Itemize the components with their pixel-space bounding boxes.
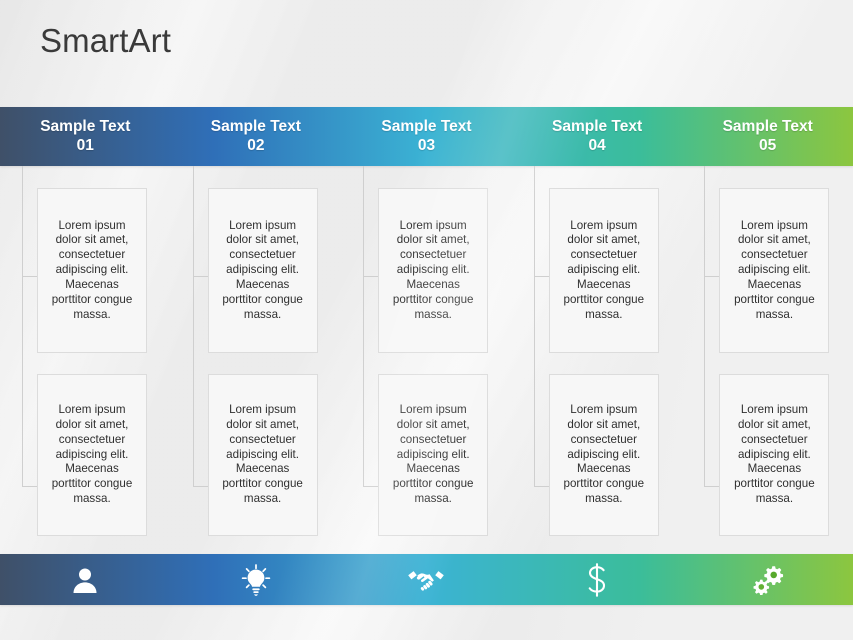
header-cell-02[interactable]: Sample Text 02	[171, 107, 342, 166]
icon-bar	[0, 554, 853, 605]
text-box[interactable]: Lorem ipsum dolor sit amet, consectetuer…	[378, 374, 489, 536]
smartart-slide: SmartArt Sample Text 01 Sample Text 02 Sampl…	[0, 0, 853, 640]
connector-line-horizontal	[533, 486, 550, 487]
text-box[interactable]: Lorem ipsum dolor sit amet, consectetuer…	[207, 188, 318, 353]
connector-line-vertical	[192, 166, 194, 486]
connector-line-horizontal	[533, 276, 550, 277]
connector-line-horizontal	[22, 486, 38, 487]
header-number: 02	[247, 136, 265, 154]
text-box[interactable]: Lorem ipsum dolor sit amet, consectetuer…	[37, 374, 147, 536]
gears-icon[interactable]	[682, 554, 853, 605]
header-number: 05	[759, 136, 777, 154]
handshake-icon[interactable]	[341, 554, 512, 605]
lightbulb-icon[interactable]	[171, 554, 342, 605]
column-01: Lorem ipsum dolor sit amet, consectetuer…	[0, 166, 171, 554]
text-box-content: Lorem ipsum dolor sit amet, consectetuer…	[222, 218, 303, 321]
text-box-content: Lorem ipsum dolor sit amet, consectetuer…	[51, 403, 133, 506]
header-cell-03[interactable]: Sample Text 03	[341, 107, 512, 166]
connector-line-horizontal	[192, 486, 209, 487]
text-box-content: Lorem ipsum dolor sit amet, consectetuer…	[392, 403, 474, 506]
text-box-content: Lorem ipsum dolor sit amet, consectetuer…	[392, 218, 474, 321]
text-box-content: Lorem ipsum dolor sit amet, consectetuer…	[563, 218, 645, 321]
text-box[interactable]: Lorem ipsum dolor sit amet, consectetuer…	[719, 188, 830, 353]
header-label: Sample Text	[40, 117, 131, 135]
text-box[interactable]: Lorem ipsum dolor sit amet, consectetuer…	[548, 188, 659, 353]
connector-line-vertical	[704, 166, 706, 486]
connector-line-horizontal	[704, 486, 721, 487]
page-title: SmartArt	[40, 22, 171, 59]
header-label: Sample Text	[381, 117, 472, 135]
text-box[interactable]: Lorem ipsum dolor sit amet, consectetuer…	[207, 374, 318, 536]
column-02: Lorem ipsum dolor sit amet, consectetuer…	[171, 166, 342, 554]
header-label: Sample Text	[722, 117, 813, 135]
text-box-content: Lorem ipsum dolor sit amet, consectetuer…	[563, 403, 645, 506]
columns-container: Lorem ipsum dolor sit amet, consectetuer…	[0, 166, 853, 554]
person-icon[interactable]	[0, 554, 171, 605]
connector-line-horizontal	[363, 276, 380, 277]
column-03: Lorem ipsum dolor sit amet, consectetuer…	[341, 166, 512, 554]
text-box-content: Lorem ipsum dolor sit amet, consectetuer…	[222, 403, 303, 506]
header-label: Sample Text	[551, 117, 643, 135]
header-label: Sample Text	[210, 117, 301, 135]
connector-line-horizontal	[363, 486, 380, 487]
column-04: Lorem ipsum dolor sit amet, consectetuer…	[512, 166, 683, 554]
text-box[interactable]: Lorem ipsum dolor sit amet, consectetuer…	[548, 374, 659, 536]
header-number: 04	[588, 136, 606, 154]
text-box[interactable]: Lorem ipsum dolor sit amet, consectetuer…	[378, 188, 489, 353]
text-box-content: Lorem ipsum dolor sit amet, consectetuer…	[734, 403, 815, 506]
connector-line-vertical	[533, 166, 535, 486]
header-bar: Sample Text 01 Sample Text 02 Sample Text 03 S…	[0, 107, 853, 166]
connector-line-horizontal	[704, 276, 721, 277]
connector-line-horizontal	[192, 276, 209, 277]
dollar-icon[interactable]	[512, 554, 683, 605]
text-box[interactable]: Lorem ipsum dolor sit amet, consectetuer…	[37, 188, 147, 353]
header-cell-01[interactable]: Sample Text 01	[0, 107, 171, 166]
header-number: 03	[417, 136, 436, 154]
text-box[interactable]: Lorem ipsum dolor sit amet, consectetuer…	[719, 374, 830, 536]
header-cell-05[interactable]: Sample Text 05	[682, 107, 853, 166]
connector-line-vertical	[363, 166, 365, 486]
header-number: 01	[76, 136, 94, 154]
column-05: Lorem ipsum dolor sit amet, consectetuer…	[682, 166, 853, 554]
connector-line-vertical	[22, 166, 23, 486]
connector-line-horizontal	[22, 276, 38, 277]
header-cell-04[interactable]: Sample Text 04	[512, 107, 683, 166]
text-box-content: Lorem ipsum dolor sit amet, consectetuer…	[734, 218, 815, 321]
text-box-content: Lorem ipsum dolor sit amet, consectetuer…	[51, 218, 133, 321]
